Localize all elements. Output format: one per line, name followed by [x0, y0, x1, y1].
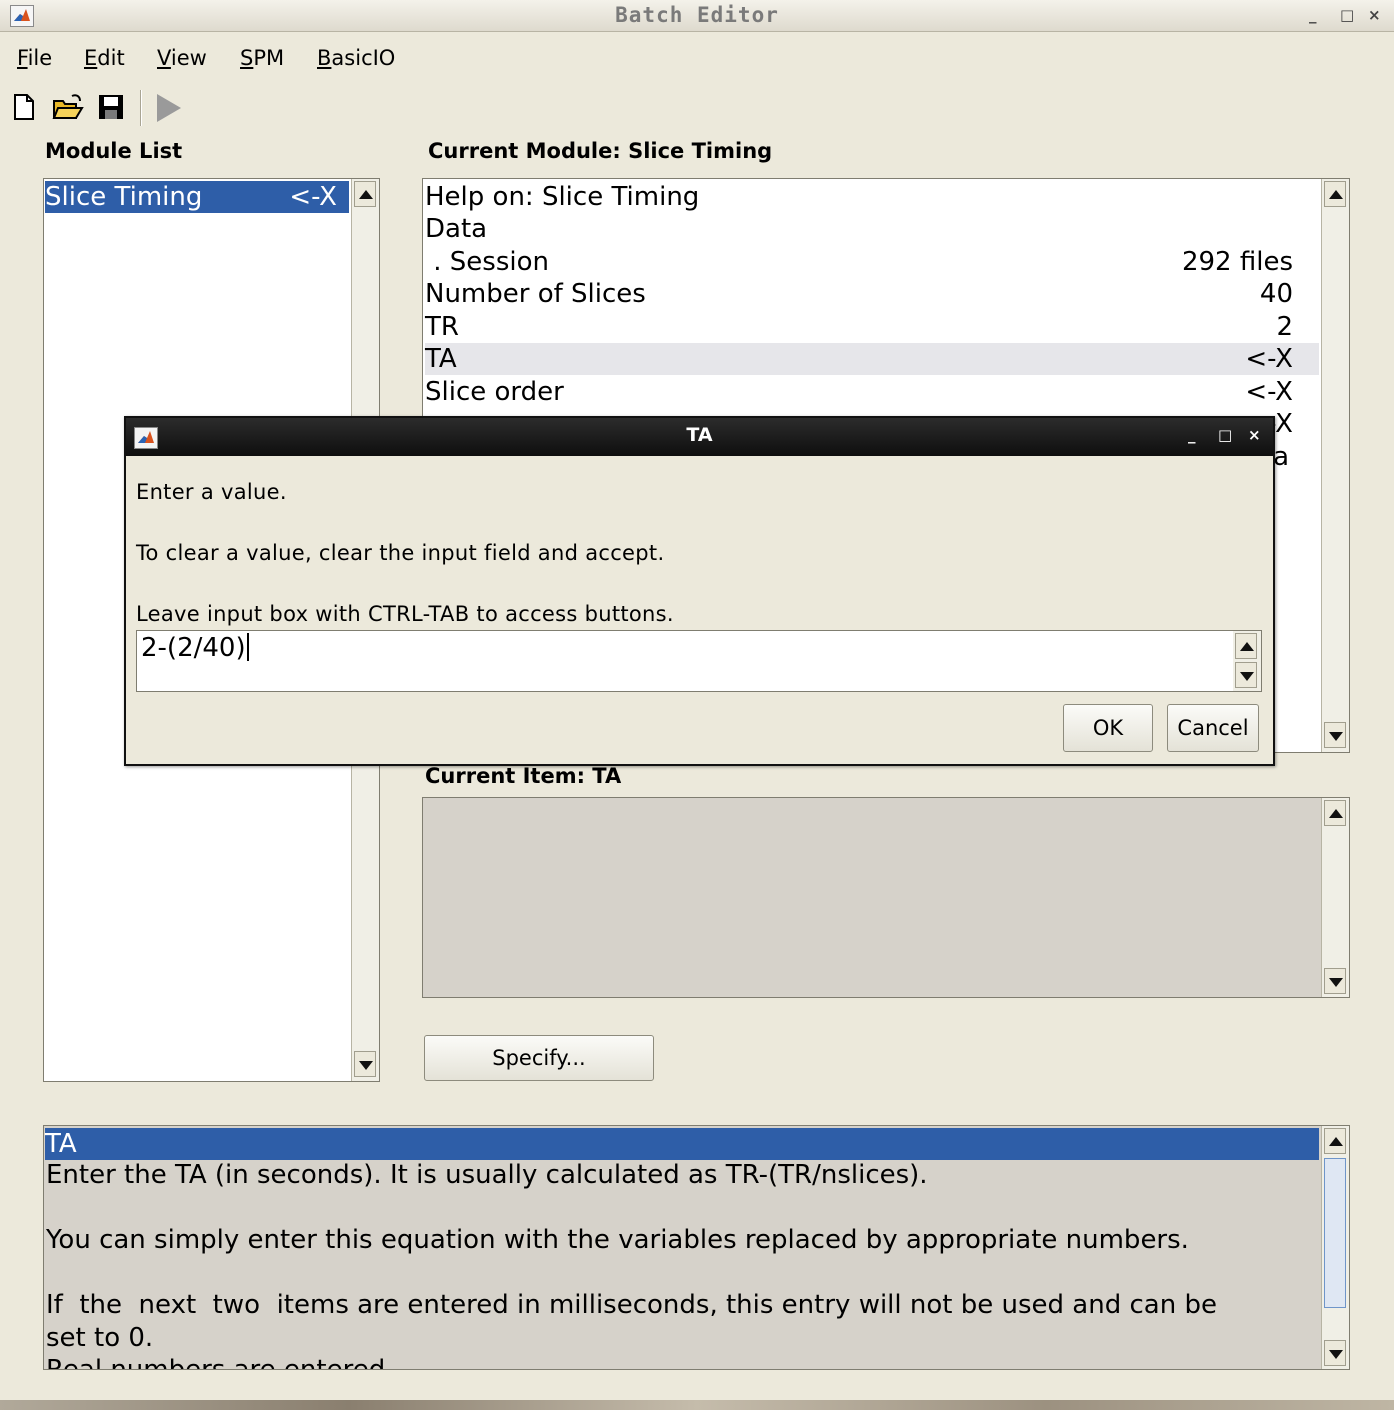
- open-folder-icon[interactable]: [52, 92, 84, 124]
- window-titlebar[interactable]: Batch Editor _ □ ×: [0, 0, 1394, 32]
- current-item-box[interactable]: [422, 797, 1350, 998]
- menu-view[interactable]: View: [157, 46, 207, 70]
- row-label: . Session: [425, 247, 549, 277]
- scroll-up-icon[interactable]: [1235, 633, 1257, 659]
- help-line: Real numbers are entered.: [46, 1355, 394, 1370]
- row-value: <-X: [1245, 344, 1293, 374]
- input-scrollbar[interactable]: [1233, 631, 1261, 691]
- list-item[interactable]: Help on: Slice Timing: [425, 181, 1319, 213]
- dialog-titlebar[interactable]: TA _ □ ×: [126, 418, 1273, 456]
- list-item[interactable]: . Session 292 files: [425, 246, 1319, 278]
- menu-edit[interactable]: Edit: [84, 46, 125, 70]
- scroll-down-icon[interactable]: [1324, 722, 1346, 748]
- dialog-title: TA: [686, 424, 713, 446]
- new-file-icon[interactable]: [10, 92, 42, 124]
- run-icon[interactable]: [154, 92, 186, 124]
- toolbar-separator: [140, 90, 142, 126]
- scroll-down-icon[interactable]: [1235, 662, 1257, 688]
- minimize-icon[interactable]: _: [1309, 6, 1317, 24]
- ta-dialog[interactable]: TA _ □ × Enter a value. To clear a value…: [124, 416, 1275, 766]
- list-item[interactable]: Slice Timing <-X: [45, 181, 349, 213]
- list-item-selected[interactable]: TA <-X: [425, 343, 1319, 375]
- close-icon[interactable]: ×: [1368, 6, 1381, 24]
- row-label: Number of Slices: [425, 279, 646, 309]
- maximize-icon[interactable]: □: [1218, 426, 1232, 444]
- menu-bar: File Edit View SPM BasicIO: [0, 40, 1394, 78]
- current-item-heading: Current Item: TA: [425, 764, 622, 788]
- row-value: 40: [1259, 279, 1293, 309]
- help-panel[interactable]: TA Enter the TA (in seconds). It is usua…: [43, 1125, 1350, 1370]
- dialog-message: Enter a value.: [136, 480, 287, 504]
- save-icon[interactable]: [96, 92, 128, 124]
- scroll-thumb[interactable]: [1324, 1158, 1346, 1308]
- toolbar: [0, 84, 1394, 132]
- scroll-up-icon[interactable]: [1324, 800, 1346, 826]
- row-label: Data: [425, 214, 488, 244]
- current-module-scrollbar[interactable]: [1321, 179, 1349, 752]
- menu-spm[interactable]: SPM: [240, 46, 284, 70]
- help-line: Enter the TA (in seconds). It is usually…: [46, 1160, 928, 1190]
- help-line: If the next two items are entered in mil…: [46, 1290, 1217, 1320]
- scroll-up-icon[interactable]: [1324, 181, 1346, 207]
- input-text: 2-(2/40): [141, 633, 249, 663]
- row-value: a: [1273, 442, 1289, 472]
- window-title: Batch Editor: [615, 3, 779, 27]
- row-label: TR: [425, 312, 459, 342]
- menu-basicio[interactable]: BasicIO: [317, 46, 395, 70]
- help-panel-scrollbar[interactable]: [1321, 1126, 1349, 1369]
- row-value: 292 files: [1181, 247, 1293, 277]
- row-label: TA: [425, 344, 457, 374]
- scroll-down-icon[interactable]: [1324, 1340, 1346, 1366]
- specify-button[interactable]: Specify...: [424, 1035, 654, 1081]
- scroll-up-icon[interactable]: [354, 181, 376, 207]
- dialog-message: To clear a value, clear the input field …: [136, 541, 665, 565]
- scroll-down-icon[interactable]: [1324, 968, 1346, 994]
- text-caret: [246, 633, 249, 661]
- list-item[interactable]: TR 2: [425, 311, 1319, 343]
- module-name: Slice Timing: [45, 182, 203, 212]
- menu-file[interactable]: File: [17, 46, 52, 70]
- module-list-heading: Module List: [45, 139, 183, 163]
- help-line: You can simply enter this equation with …: [46, 1225, 1189, 1255]
- minimize-icon[interactable]: _: [1188, 426, 1196, 444]
- value-input[interactable]: 2-(2/40): [136, 630, 1262, 692]
- desktop-strip: [0, 1400, 1394, 1410]
- ok-button[interactable]: OK: [1063, 704, 1153, 752]
- row-value: 2: [1276, 312, 1293, 342]
- current-item-scrollbar[interactable]: [1321, 798, 1349, 997]
- list-item[interactable]: Data: [425, 213, 1319, 245]
- help-line: set to 0.: [46, 1323, 154, 1353]
- row-label: Slice order: [425, 377, 564, 407]
- dialog-message: Leave input box with CTRL-TAB to access …: [136, 602, 674, 626]
- scroll-down-icon[interactable]: [354, 1051, 376, 1077]
- close-icon[interactable]: ×: [1248, 426, 1261, 444]
- row-label: Help on: Slice Timing: [425, 182, 700, 212]
- list-item[interactable]: Slice order <-X: [425, 376, 1319, 408]
- scroll-up-icon[interactable]: [1324, 1128, 1346, 1154]
- current-module-heading: Current Module: Slice Timing: [428, 139, 773, 163]
- module-flag: <-X: [289, 182, 337, 212]
- cancel-button[interactable]: Cancel: [1167, 704, 1259, 752]
- help-title: TA: [45, 1128, 1319, 1160]
- list-item[interactable]: Number of Slices 40: [425, 278, 1319, 310]
- maximize-icon[interactable]: □: [1340, 6, 1354, 24]
- row-value: <-X: [1245, 377, 1293, 407]
